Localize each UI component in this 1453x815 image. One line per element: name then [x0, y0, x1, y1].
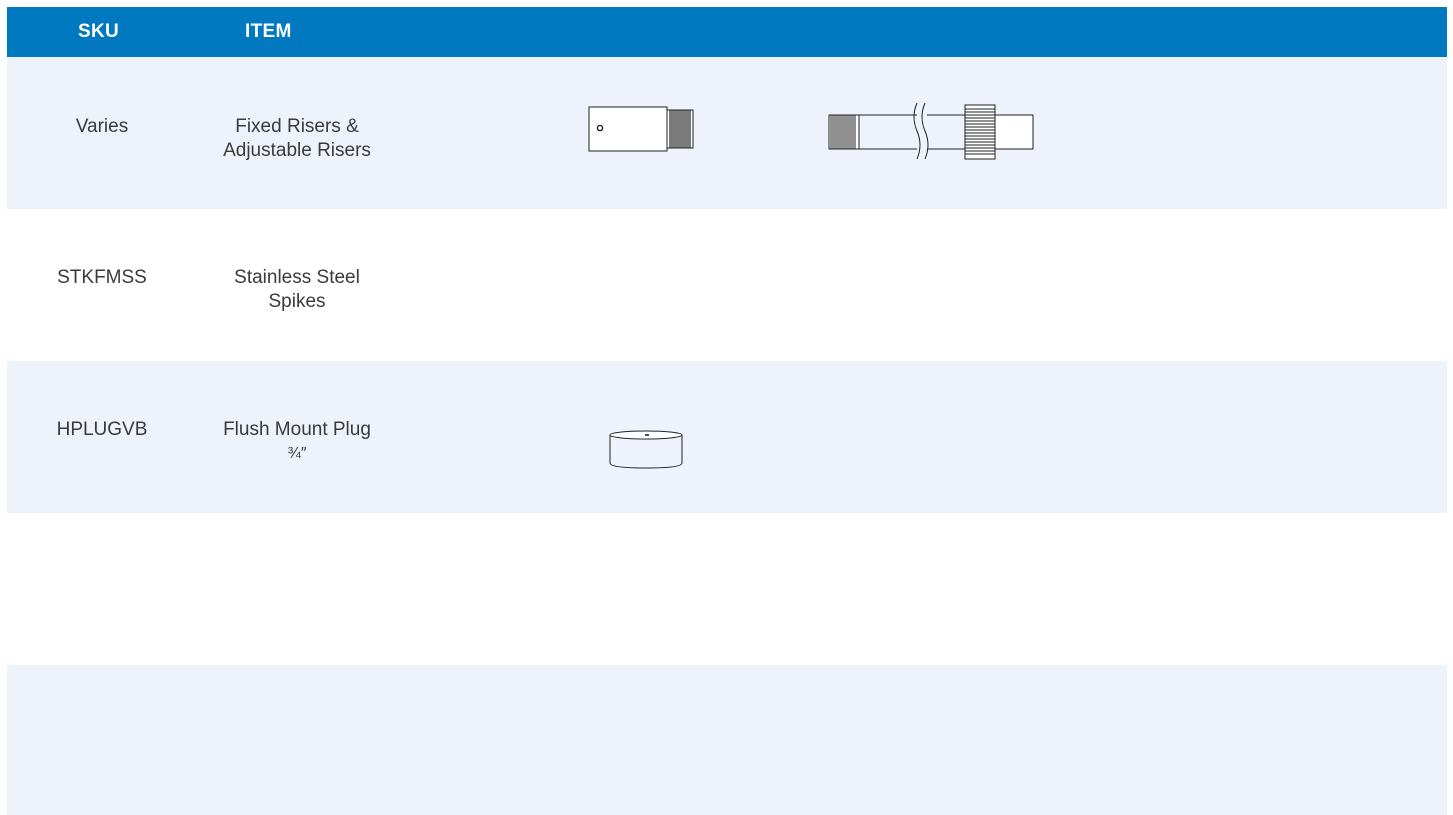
table-row: STKFMSS Stainless Steel Spikes: [7, 209, 1447, 361]
item-cell: Fixed Risers & Adjustable Risers: [197, 115, 397, 163]
table-header: SKU ITEM: [7, 7, 1447, 57]
item-cell: Flush Mount Plug ¾″: [197, 418, 397, 466]
item-line: Spikes: [268, 291, 326, 312]
header-item: ITEM: [245, 21, 292, 42]
flush-mount-plug-drawing: [609, 430, 683, 469]
table-row: [7, 665, 1447, 815]
item-line: Adjustable Risers: [223, 140, 371, 161]
item-line: Flush Mount Plug: [223, 419, 371, 440]
sku-cell: Varies: [75, 116, 129, 137]
table-row: HPLUGVB Flush Mount Plug ¾″: [7, 361, 1447, 513]
sku-cell: HPLUGVB: [56, 419, 148, 440]
product-table: SKU ITEM Varies Fixed Risers & Adjustabl…: [7, 7, 1447, 815]
table-row: [7, 513, 1447, 665]
table-row: Varies Fixed Risers & Adjustable Risers: [7, 57, 1447, 209]
header-sku: SKU: [78, 21, 120, 42]
item-line: ¾″: [287, 445, 307, 462]
sku-cell: STKFMSS: [57, 267, 147, 288]
fixed-riser-drawing: [588, 106, 694, 152]
item-cell: Stainless Steel Spikes: [197, 266, 397, 314]
item-line: Stainless Steel: [234, 267, 360, 288]
item-line: Fixed Risers &: [235, 116, 359, 137]
adjustable-riser-drawing: [828, 102, 1034, 160]
